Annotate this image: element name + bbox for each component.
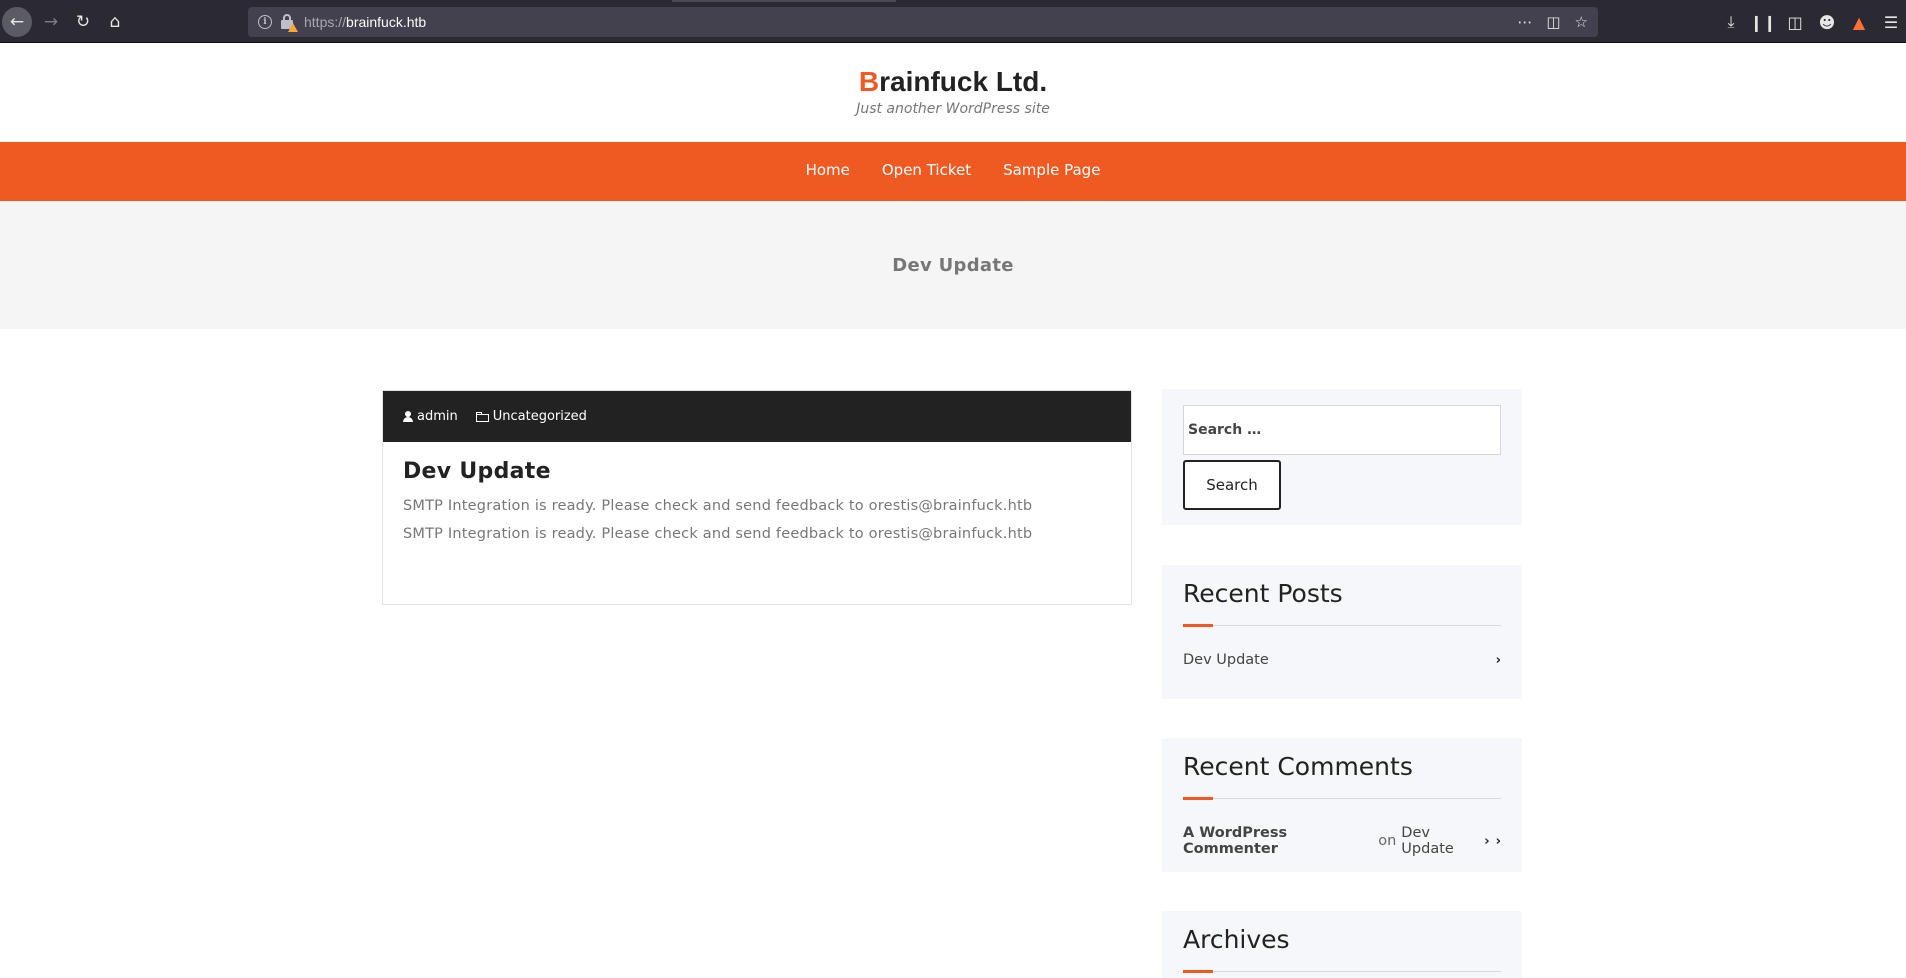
bookmark-star-icon[interactable]: ☆	[1575, 13, 1588, 31]
search-input[interactable]	[1183, 405, 1501, 455]
page-title: Dev Update	[892, 254, 1014, 276]
user-icon	[403, 411, 413, 422]
reload-icon[interactable]: ↻	[68, 7, 98, 37]
site-header: Brainfuck Ltd. Just another WordPress si…	[0, 43, 1906, 142]
back-arrow-icon[interactable]: ←	[2, 7, 32, 37]
post-category[interactable]: Uncategorized	[475, 409, 587, 424]
extension-fox-icon[interactable]: ▲	[1850, 13, 1868, 32]
url-scheme: https://	[304, 14, 347, 30]
recent-comment-item: A WordPress Commenter on Dev Update › ›	[1183, 825, 1501, 857]
site-tagline: Just another WordPress site	[856, 101, 1050, 117]
post-body: SMTP Integration is ready. Please check …	[383, 498, 1131, 542]
post-author[interactable]: admin	[403, 409, 458, 424]
page-actions-icon[interactable]: ⋯	[1517, 13, 1532, 31]
main-nav: Home Open Ticket Sample Page	[0, 142, 1906, 201]
account-icon[interactable]: ☻	[1818, 13, 1836, 32]
widget-divider	[1183, 624, 1501, 627]
recent-posts-widget: Recent Posts Dev Update ›	[1162, 565, 1522, 699]
archives-widget: Archives	[1162, 911, 1522, 978]
nav-item-home[interactable]: Home	[790, 161, 866, 179]
nav-item-open-ticket[interactable]: Open Ticket	[866, 161, 987, 179]
downloads-icon[interactable]: ⤓	[1722, 12, 1740, 32]
insecure-lock-icon[interactable]	[280, 14, 298, 32]
post-category-name: Uncategorized	[492, 409, 587, 424]
recent-post-link[interactable]: Dev Update	[1183, 652, 1269, 668]
tab-indicator	[672, 0, 896, 2]
recent-comments-widget: Recent Comments A WordPress Commenter on…	[1162, 738, 1522, 872]
url-host: brainfuck.htb	[346, 14, 427, 30]
info-icon[interactable]: i	[258, 15, 272, 29]
forward-arrow-icon[interactable]: →	[36, 7, 66, 37]
search-widget: Search	[1162, 389, 1522, 525]
url-text[interactable]: https://brainfuck.htb	[304, 14, 426, 30]
address-bar[interactable]: i https://brainfuck.htb ⋯ ◫ ☆	[248, 7, 1598, 37]
home-icon[interactable]: ⌂	[100, 7, 130, 37]
nav-item-sample-page[interactable]: Sample Page	[987, 161, 1116, 179]
comment-post-link[interactable]: Dev Update	[1401, 825, 1481, 857]
post-paragraph: SMTP Integration is ready. Please check …	[403, 498, 1033, 514]
widget-divider	[1183, 797, 1501, 800]
comment-on-text: on	[1378, 833, 1397, 849]
widget-title-archives: Archives	[1183, 925, 1290, 954]
search-button[interactable]: Search	[1183, 460, 1281, 510]
recent-post-item[interactable]: Dev Update ›	[1183, 652, 1501, 668]
post-paragraph: SMTP Integration is ready. Please check …	[403, 526, 1033, 542]
post-title[interactable]: Dev Update	[403, 459, 1131, 484]
page-title-band: Dev Update	[0, 201, 1906, 329]
folder-open-icon	[475, 411, 489, 422]
comment-author-link[interactable]: A WordPress Commenter	[1183, 825, 1373, 857]
widget-title-recent-posts: Recent Posts	[1183, 579, 1343, 608]
post-meta: admin Uncategorized	[383, 391, 1131, 442]
widget-title-recent-comments: Recent Comments	[1183, 752, 1413, 781]
pocket-icon[interactable]: ◫	[1546, 13, 1560, 31]
chevron-right-icon: ›	[1495, 652, 1501, 668]
post-card: admin Uncategorized Dev Update SMTP Inte…	[382, 390, 1132, 605]
site-title-initial: B	[858, 66, 880, 97]
site-title[interactable]: Brainfuck Ltd.	[0, 66, 1906, 98]
library-icon[interactable]: ❙❙	[1750, 13, 1777, 32]
post-author-name: admin	[417, 409, 458, 424]
chevron-right-icon: ›	[1484, 833, 1490, 849]
chevron-right-icon: ›	[1495, 833, 1501, 849]
browser-toolbar: ← → ↻ ⌂ i https://brainfuck.htb ⋯ ◫ ☆ ⤓ …	[0, 0, 1906, 43]
menu-hamburger-icon[interactable]: ☰	[1882, 13, 1900, 32]
widget-divider	[1183, 970, 1501, 973]
sidebar-toggle-icon[interactable]: ◫	[1786, 13, 1804, 32]
site-title-rest: rainfuck Ltd.	[879, 66, 1048, 97]
